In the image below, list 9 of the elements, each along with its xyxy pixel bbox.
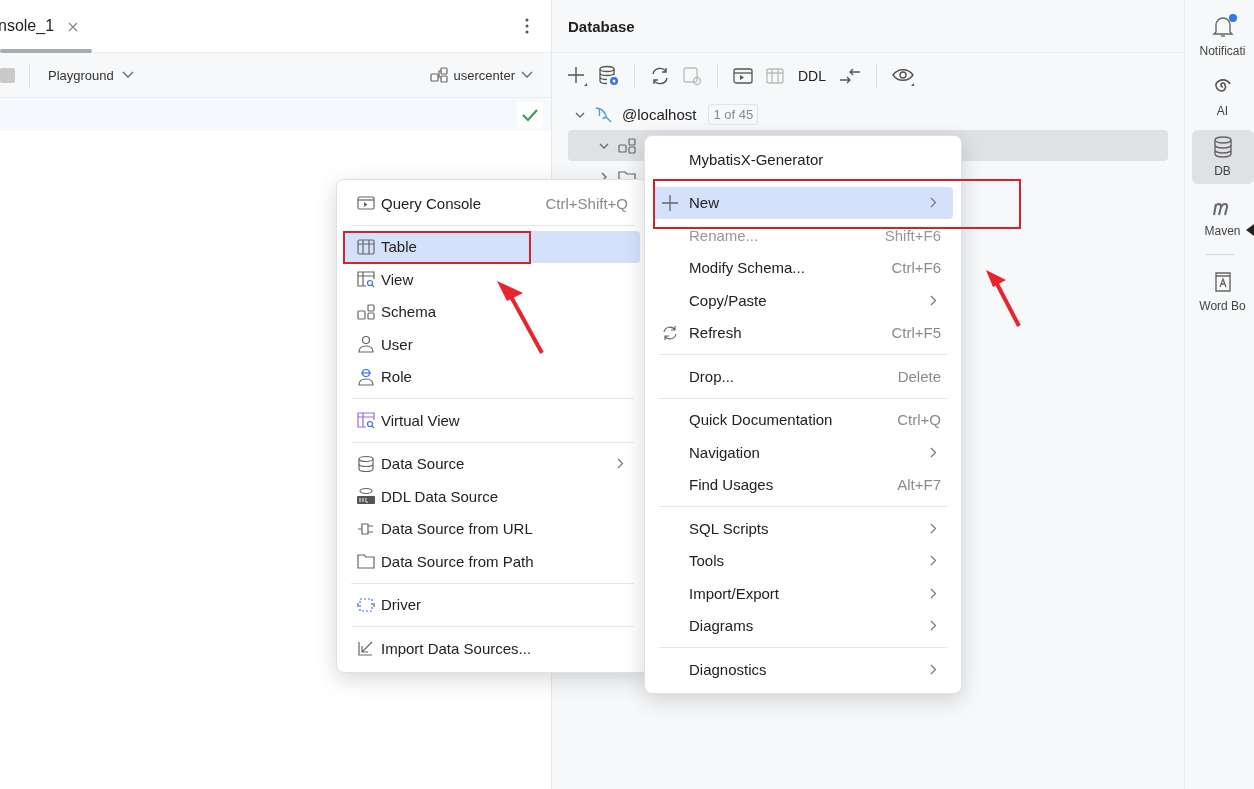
shortcut-text: Ctrl+F6 (891, 259, 941, 277)
panel-title: Database (568, 17, 635, 35)
shortcut-text: Ctrl+Shift+Q (545, 194, 628, 212)
shortcut-text: Ctrl+Q (897, 411, 941, 429)
shortcut-text: Alt+F7 (897, 476, 941, 494)
count-badge: 1 of 45 (708, 104, 759, 125)
shortcut-text: Ctrl+F5 (891, 324, 941, 342)
shortcut-text: Shift+F6 (884, 226, 941, 244)
shortcut-text: Delete (897, 367, 941, 385)
